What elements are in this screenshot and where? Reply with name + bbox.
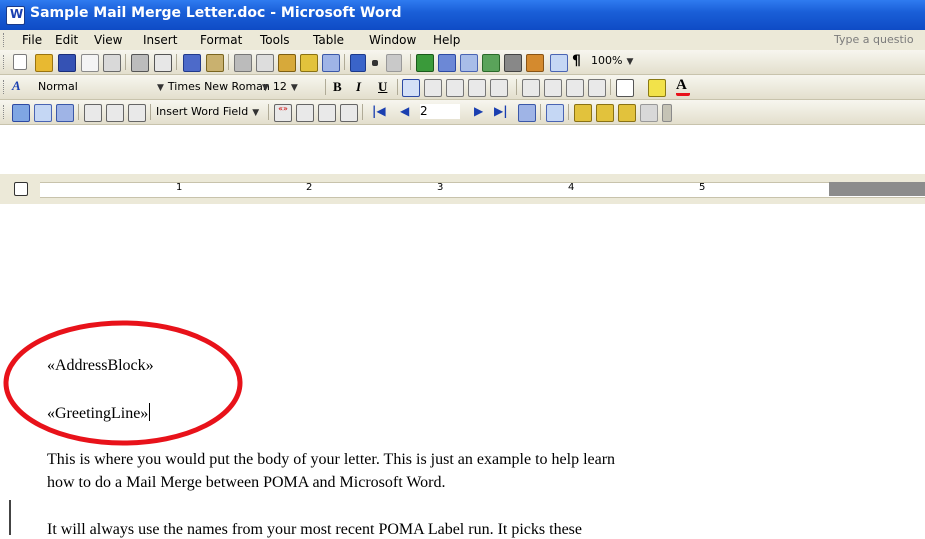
- annotation-circle: [3, 320, 243, 446]
- red-highlight-ellipse: [3, 320, 243, 446]
